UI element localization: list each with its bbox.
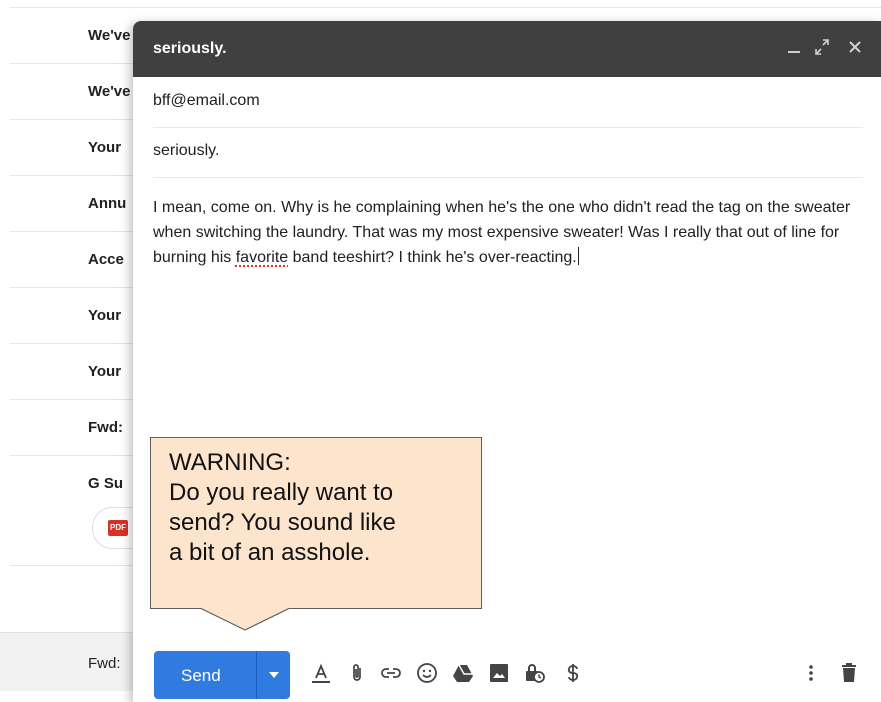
inbox-row-subject: Fwd:: [88, 655, 121, 672]
warning-line: a bit of an asshole.: [169, 539, 371, 566]
to-field[interactable]: bff@email.com: [153, 77, 863, 128]
inbox-row-subject: Your: [88, 139, 122, 156]
compose-header[interactable]: seriously.: [133, 21, 881, 77]
inbox-row-subject: Acce: [88, 251, 124, 268]
inbox-row-subject: G Su: [88, 475, 124, 492]
compose-title: seriously.: [153, 40, 227, 57]
formatting-icon[interactable]: [309, 661, 333, 685]
inbox-row[interactable]: [10, 0, 881, 8]
warning-callout: WARNING: Do you really want to send? You…: [150, 437, 482, 609]
subject-field[interactable]: seriously.: [153, 127, 863, 178]
body-text-end: band teeshirt? I think he's over-reactin…: [288, 249, 577, 266]
text-cursor: [577, 247, 579, 265]
warning-text: WARNING: Do you really want to send? You…: [169, 448, 396, 568]
fullscreen-icon[interactable]: [813, 37, 831, 61]
inbox-row-subject: Your: [88, 307, 122, 324]
dollar-icon[interactable]: [561, 661, 585, 685]
minimize-icon[interactable]: [787, 37, 801, 61]
warning-line: send? You sound like: [169, 509, 396, 536]
subject-text: seriously.: [153, 142, 220, 159]
link-icon[interactable]: [379, 661, 403, 685]
more-options-icon[interactable]: [799, 661, 823, 685]
confidential-mode-icon[interactable]: [523, 661, 547, 685]
message-body[interactable]: I mean, come on. Why is he complaining w…: [153, 195, 863, 270]
inbox-row-subject: We've: [88, 83, 131, 100]
close-icon[interactable]: [847, 37, 863, 61]
drive-icon[interactable]: [451, 661, 475, 685]
misspelled-word[interactable]: favorite: [236, 249, 288, 266]
send-options-button[interactable]: [256, 651, 290, 699]
to-recipient: bff@email.com: [153, 92, 260, 109]
inbox-row-subject: Your: [88, 363, 122, 380]
callout-pointer: [200, 608, 290, 631]
pdf-icon: PDF: [108, 520, 128, 536]
emoji-icon[interactable]: [415, 661, 439, 685]
send-button[interactable]: Send: [154, 651, 256, 699]
send-button-label: Send: [181, 666, 221, 685]
chevron-down-icon: [269, 672, 279, 678]
warning-line: Do you really want to: [169, 479, 394, 506]
inbox-row-subject: Annu: [88, 195, 127, 212]
photo-icon[interactable]: [487, 661, 511, 685]
trash-icon[interactable]: [837, 661, 861, 685]
inbox-row-subject: Fwd:: [88, 419, 123, 436]
warning-title: WARNING:: [169, 449, 291, 476]
attach-icon[interactable]: [345, 661, 369, 685]
inbox-row-subject: We've: [88, 27, 131, 44]
